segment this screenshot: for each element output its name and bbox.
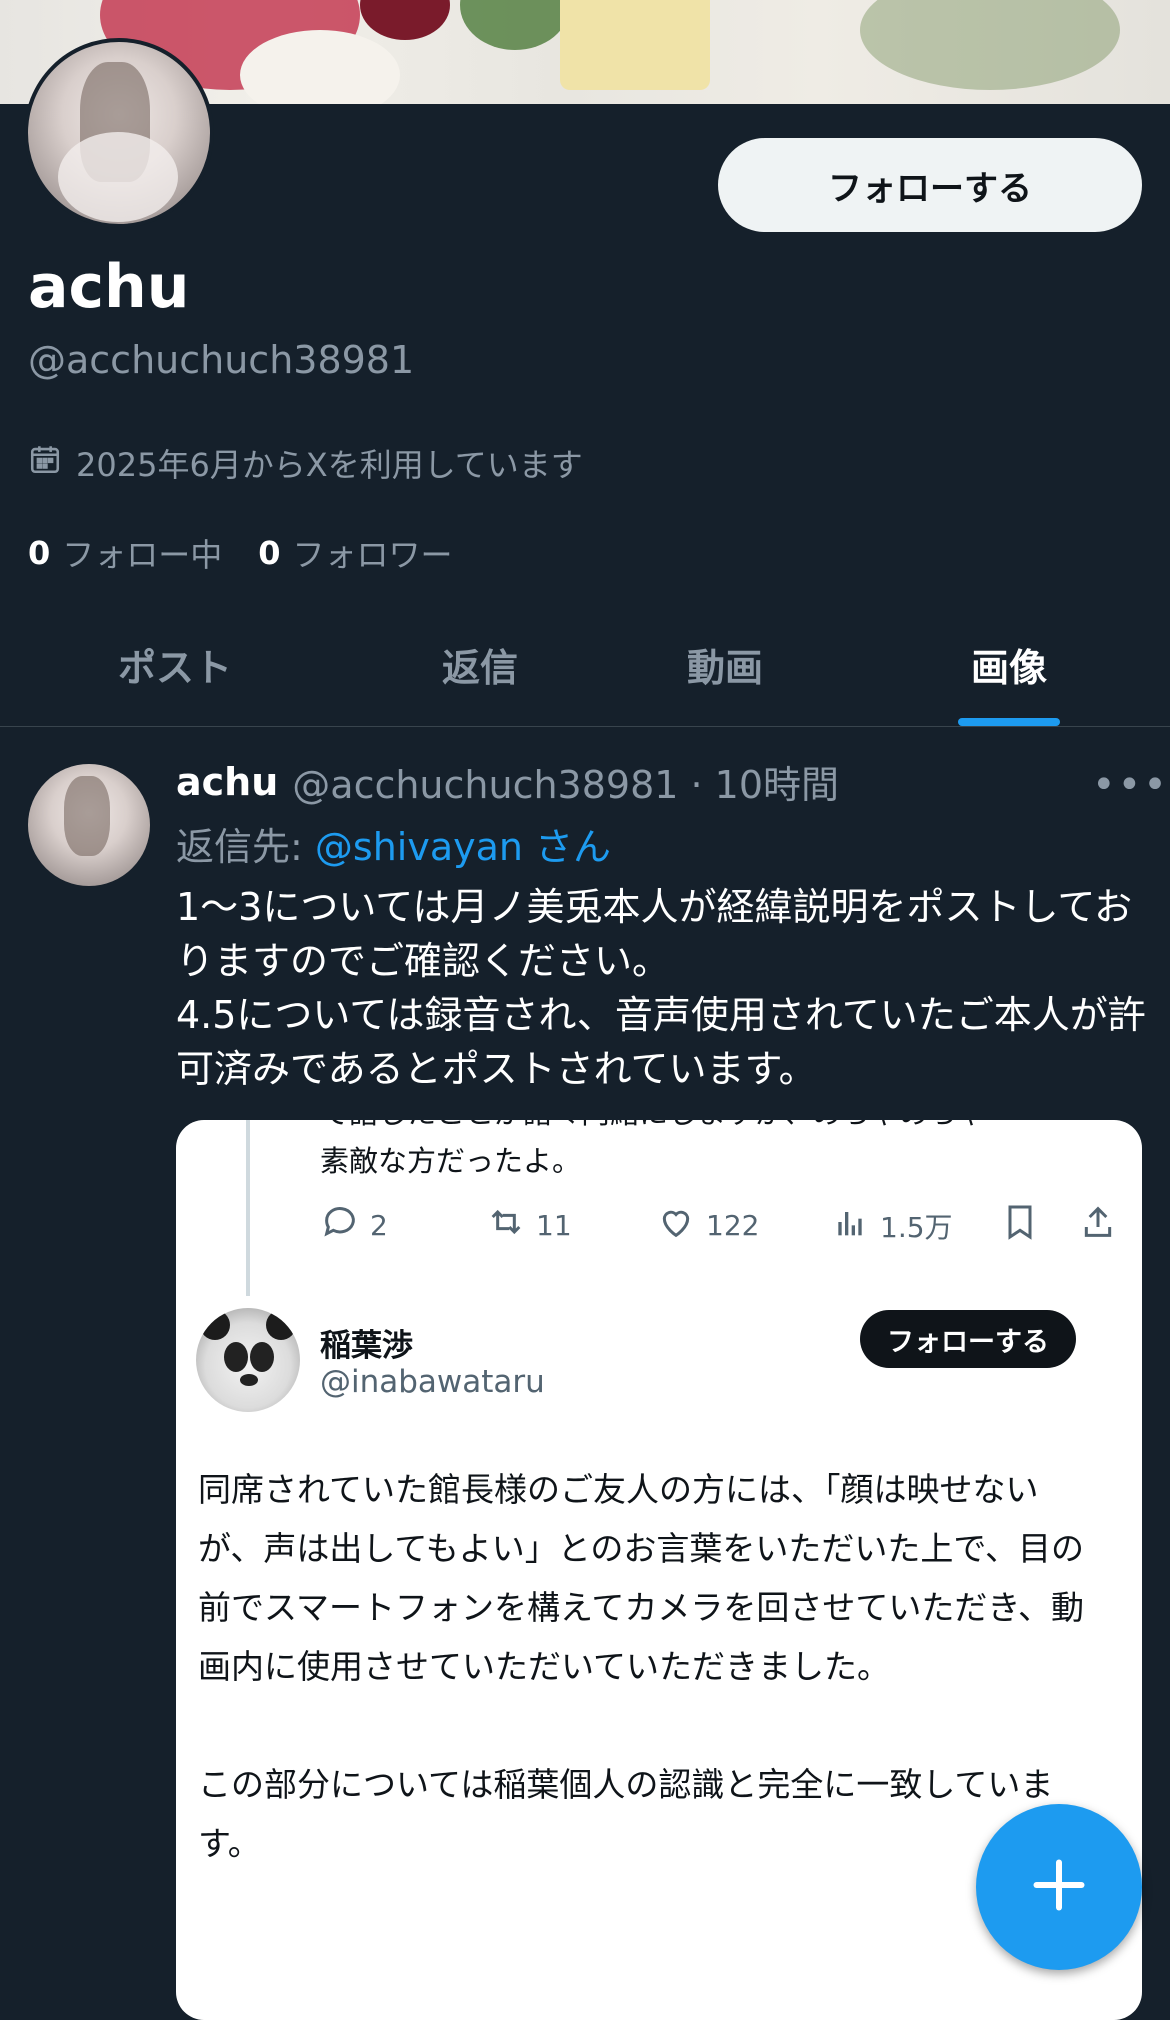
plus-icon	[1029, 1855, 1089, 1919]
embed-follow-button: フォローする	[860, 1310, 1076, 1368]
tab-videos[interactable]: 動画	[615, 602, 835, 726]
embed-top-text: で話したことが諸々内緒にしますが、めちゃめちゃ 素敵な方だったよ。	[320, 1120, 986, 1178]
post-author-name[interactable]: achu	[176, 760, 278, 804]
following-label[interactable]: フォロー中	[62, 530, 222, 576]
followers-label[interactable]: フォロワー	[293, 530, 453, 576]
post-handle-time[interactable]: @acchuchuch38981 · 10時間	[292, 754, 839, 809]
thread-line	[246, 1120, 250, 1296]
embed-author-handle: @inabawataru	[320, 1364, 545, 1400]
post-header: achu @acchuchuch38981 · 10時間	[176, 754, 839, 809]
active-tab-indicator	[958, 718, 1060, 726]
embed-actions: 2 11 122 1.5万	[320, 1202, 1120, 1258]
joined-date: 2025年6月からXを利用しています	[28, 440, 583, 486]
followers-count[interactable]: 0	[258, 534, 280, 572]
calendar-icon	[28, 442, 76, 484]
tab-images[interactable]: 画像	[900, 602, 1118, 726]
heart-icon	[656, 1202, 706, 1249]
tab-posts[interactable]: ポスト	[60, 602, 290, 726]
display-name: achu	[28, 252, 190, 322]
share-icon	[1078, 1202, 1128, 1242]
embed-like: 122	[656, 1202, 759, 1249]
embed-text: 同席されていた館長様のご友人の方には、「顔は映せないが、声は出してもよい」とのお…	[198, 1470, 1085, 1863]
embed-repost: 11	[486, 1202, 572, 1249]
views-icon	[830, 1202, 880, 1249]
follow-counts: 0 フォロー中 0 フォロワー	[28, 530, 453, 576]
profile-avatar[interactable]	[24, 38, 214, 228]
bookmark-icon	[1000, 1202, 1050, 1242]
embed-author-avatar	[196, 1308, 300, 1412]
embed-author-name: 稲葉渉	[320, 1328, 413, 1364]
embed-views: 1.5万	[830, 1202, 953, 1249]
joined-text: 2025年6月からXを利用しています	[76, 446, 583, 484]
embed-like-count: 122	[706, 1209, 760, 1242]
embed-reply-count: 2	[370, 1209, 388, 1242]
post-avatar[interactable]	[28, 764, 150, 886]
embed-top-line: 素敵な方だったよ。	[320, 1144, 582, 1178]
reply-prefix: 返信先:	[176, 825, 315, 869]
post-text: 1〜3については月ノ美兎本人が経緯説明をポストしておりますのでご確認ください。 …	[176, 885, 1146, 1091]
repost-icon	[486, 1202, 536, 1249]
compose-button[interactable]	[976, 1804, 1142, 1970]
profile-handle: @acchuchuch38981	[28, 338, 415, 382]
reply-icon	[320, 1202, 370, 1249]
more-icon[interactable]: •••	[1092, 762, 1169, 808]
follow-button[interactable]: フォローする	[718, 138, 1142, 232]
embed-repost-count: 11	[536, 1209, 572, 1242]
following-count[interactable]: 0	[28, 534, 50, 572]
embed-view-count: 1.5万	[880, 1210, 953, 1244]
embed-reply: 2	[320, 1202, 388, 1249]
profile-tabs: ポスト 返信 動画 画像	[0, 602, 1170, 727]
embed-cut-line: で話したことが諸々内緒にしますが、めちゃめちゃ	[320, 1120, 986, 1132]
reply-to: 返信先: @shivayan さん	[176, 816, 611, 871]
tab-replies[interactable]: 返信	[370, 602, 590, 726]
reply-mention[interactable]: @shivayan さん	[315, 825, 611, 869]
